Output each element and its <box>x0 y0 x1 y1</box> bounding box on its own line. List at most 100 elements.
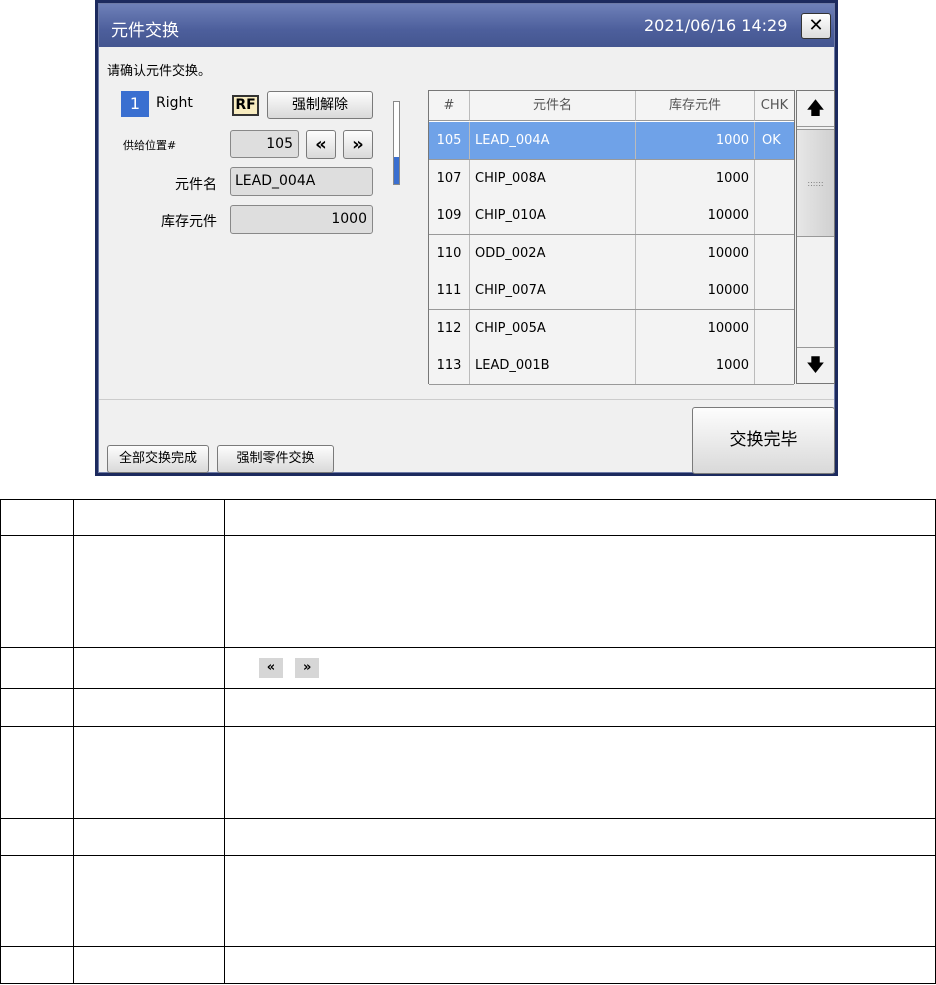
cell-part-name: CHIP_007A <box>470 272 636 309</box>
confirm-message: 请确认元件交换。 <box>107 64 212 79</box>
cell-feed-number: 113 <box>429 347 470 384</box>
cell-stock: 1000 <box>636 347 755 384</box>
cell-check <box>755 235 794 272</box>
double-chevron-right-icon: » <box>352 134 364 155</box>
divider <box>99 399 834 400</box>
datetime-display: 2021/06/16 14:29 <box>644 16 788 35</box>
cell-feed-number: 105 <box>429 122 470 159</box>
parts-table: # 元件名 库存元件 CHK 105 LEAD_004A 1000 OK 107 CHIP… <box>428 90 795 385</box>
doc-cell <box>0 535 74 648</box>
part-name-field: LEAD_004A <box>230 167 373 196</box>
doc-cell <box>0 647 74 689</box>
component-exchange-dialog: 元件交换 2021/06/16 14:29 ✕ 请确认元件交换。 1 Right… <box>95 0 838 476</box>
cell-stock: 10000 <box>636 309 755 347</box>
table-row[interactable]: 112 CHIP_005A 10000 <box>429 309 794 348</box>
doc-cell <box>0 499 74 536</box>
side-scrollbar[interactable] <box>393 101 400 185</box>
column-header-part-name: 元件名 <box>470 91 636 121</box>
doc-cell <box>0 855 74 947</box>
table-scrollbar[interactable]: 🡅 :::::: 🡇 <box>796 90 835 384</box>
doc-cell <box>73 647 225 689</box>
doc-cell <box>0 726 74 819</box>
doc-cell <box>224 688 936 727</box>
close-button[interactable]: ✕ <box>801 13 831 39</box>
previous-position-button[interactable]: « <box>306 130 336 159</box>
cell-feed-number: 110 <box>429 234 470 272</box>
doc-cell <box>224 535 936 648</box>
table-row[interactable]: 109 CHIP_010A 10000 <box>429 197 794 235</box>
cell-stock: 1000 <box>636 122 755 159</box>
next-position-button[interactable]: » <box>343 130 373 159</box>
doc-cell <box>73 855 225 947</box>
table-row[interactable]: 107 CHIP_008A 1000 <box>429 159 794 198</box>
column-header-chk: CHK <box>755 91 794 121</box>
force-release-button[interactable]: 强制解除 <box>267 91 373 119</box>
cell-check <box>755 160 794 197</box>
grip-icon: :::::: <box>807 179 824 188</box>
cell-feed-number: 111 <box>429 272 470 309</box>
arrow-up-icon: 🡅 <box>806 98 825 119</box>
title-bar: 元件交换 2021/06/16 14:29 ✕ <box>99 4 834 47</box>
all-exchange-done-button[interactable]: 全部交换完成 <box>107 445 209 473</box>
table-row[interactable]: 110 ODD_002A 10000 <box>429 234 794 273</box>
rf-badge: RF <box>232 95 259 116</box>
documentation-table: « » <box>0 499 936 985</box>
stock-label: 库存元件 <box>161 214 217 230</box>
exchange-done-button[interactable]: 交换完毕 <box>692 407 835 474</box>
table-row[interactable]: 111 CHIP_007A 10000 <box>429 272 794 310</box>
table-row[interactable]: 105 LEAD_004A 1000 OK <box>429 122 794 160</box>
double-chevron-left-icon: « <box>259 658 283 678</box>
cell-check: OK <box>762 133 781 148</box>
cell-part-name: CHIP_008A <box>470 159 636 197</box>
cell-stock: 10000 <box>636 272 755 309</box>
unit-side-label: Right <box>156 95 193 111</box>
scrollbar-thumb[interactable]: :::::: <box>797 129 834 237</box>
part-name-label: 元件名 <box>175 177 217 193</box>
table-row[interactable]: 113 LEAD_001B 1000 <box>429 347 794 385</box>
doc-cell <box>73 499 225 536</box>
cell-feed-number: 112 <box>429 309 470 347</box>
doc-cell <box>73 535 225 648</box>
column-header-number: # <box>429 91 470 121</box>
doc-cell <box>73 688 225 727</box>
doc-cell <box>224 726 936 819</box>
double-chevron-left-icon: « <box>315 134 327 155</box>
cell-part-name: LEAD_004A <box>470 122 636 159</box>
cell-feed-number: 109 <box>429 197 470 234</box>
doc-cell: « » <box>224 647 936 689</box>
scroll-down-button[interactable]: 🡇 <box>797 347 834 383</box>
cell-stock: 1000 <box>636 159 755 197</box>
cell-check <box>755 272 794 309</box>
doc-cell <box>224 499 936 536</box>
force-part-exchange-button[interactable]: 强制零件交换 <box>217 445 334 473</box>
dialog-title: 元件交换 <box>111 21 179 41</box>
column-header-stock: 库存元件 <box>636 91 755 121</box>
doc-cell <box>0 818 74 856</box>
cell-check <box>755 310 794 347</box>
double-chevron-right-icon: » <box>295 658 320 678</box>
doc-cell <box>73 726 225 819</box>
cell-part-name: LEAD_001B <box>470 347 636 384</box>
doc-cell <box>0 688 74 727</box>
stock-field: 1000 <box>230 205 373 234</box>
doc-cell <box>224 818 936 856</box>
cell-check <box>755 197 794 234</box>
feed-position-label: 供给位置# <box>123 139 177 152</box>
close-icon: ✕ <box>808 15 824 36</box>
cell-stock: 10000 <box>636 234 755 272</box>
scroll-up-button[interactable]: 🡅 <box>797 91 834 127</box>
cell-feed-number: 107 <box>429 159 470 197</box>
unit-number-badge: 1 <box>121 91 149 117</box>
cell-part-name: ODD_002A <box>470 234 636 272</box>
side-scrollbar-thumb[interactable] <box>394 157 399 184</box>
doc-cell <box>224 946 936 984</box>
doc-cell <box>224 855 936 947</box>
feed-position-field[interactable]: 105 <box>230 130 299 158</box>
cell-check <box>755 347 794 384</box>
cell-stock: 10000 <box>636 197 755 234</box>
dialog-body: 元件交换 2021/06/16 14:29 ✕ 请确认元件交换。 1 Right… <box>98 3 835 474</box>
cell-part-name: CHIP_005A <box>470 309 636 347</box>
doc-cell <box>73 818 225 856</box>
doc-cell <box>0 946 74 984</box>
doc-cell <box>73 946 225 984</box>
